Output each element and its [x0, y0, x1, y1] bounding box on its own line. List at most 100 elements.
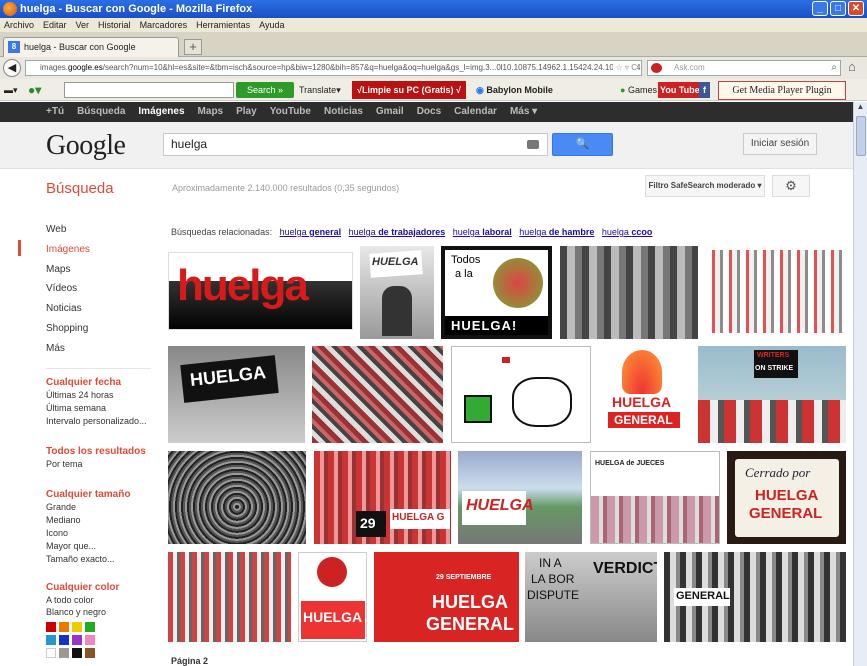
- related-link-ccoo[interactable]: huelga ccoo: [602, 227, 653, 237]
- image-result-14[interactable]: HUELGA de JUECES: [590, 451, 720, 544]
- menu-ver[interactable]: Ver: [76, 18, 90, 32]
- filter-fecha-24h[interactable]: Últimas 24 horas: [46, 390, 114, 400]
- menu-marcadores[interactable]: Marcadores: [140, 18, 188, 32]
- image-result-6[interactable]: HUELGA: [168, 346, 305, 443]
- scroll-up-icon[interactable]: ▲: [854, 102, 867, 115]
- gbar-maps[interactable]: Maps: [198, 102, 224, 122]
- color-swatch[interactable]: [46, 635, 56, 645]
- gbar-gmail[interactable]: Gmail: [376, 102, 404, 122]
- image-result-3[interactable]: Todos a la HUELGA!: [441, 246, 552, 339]
- color-swatch[interactable]: [72, 648, 82, 658]
- url-bookmark-reload-icons[interactable]: ☆ ▿ C: [612, 61, 637, 75]
- color-swatch[interactable]: [85, 622, 95, 632]
- gbar-docs[interactable]: Docs: [417, 102, 441, 122]
- image-result-19[interactable]: IN A LA BOR DISPUTE VERDICT: [525, 552, 657, 642]
- gbar-calendar[interactable]: Calendar: [454, 102, 497, 122]
- browser-search-box[interactable]: Ask.com ⌕: [647, 60, 841, 76]
- search-input[interactable]: huelga: [163, 133, 548, 156]
- toolbar-search-button[interactable]: Search »: [236, 82, 294, 98]
- filter-tamano-grande[interactable]: Grande: [46, 502, 76, 512]
- color-swatch[interactable]: [46, 648, 56, 658]
- gbar-mas[interactable]: Más ▾: [510, 102, 537, 122]
- image-result-17[interactable]: HUELGA: [298, 552, 367, 642]
- filter-fecha-intervalo[interactable]: Intervalo personalizado...: [46, 416, 147, 426]
- nav-noticias[interactable]: Noticias: [46, 301, 161, 321]
- flag-icon[interactable]: ▬▾: [4, 82, 18, 98]
- nav-videos[interactable]: Vídeos: [46, 281, 161, 301]
- color-swatch[interactable]: [85, 635, 95, 645]
- translate-button[interactable]: Translate▾: [299, 82, 341, 98]
- color-swatch[interactable]: [59, 635, 69, 645]
- menu-archivo[interactable]: Archivo: [4, 18, 34, 32]
- menu-historial[interactable]: Historial: [98, 18, 131, 32]
- maximize-button[interactable]: □: [830, 1, 846, 16]
- image-result-1[interactable]: huelga: [168, 252, 353, 330]
- toolbar-search-input[interactable]: [64, 82, 234, 98]
- filter-por-tema[interactable]: Por tema: [46, 459, 83, 469]
- filter-tamano-mayor[interactable]: Mayor que...: [46, 541, 96, 551]
- related-link-general[interactable]: huelga general: [280, 227, 342, 237]
- image-result-7[interactable]: [312, 346, 443, 443]
- image-result-20[interactable]: GENERAL: [664, 552, 846, 642]
- filter-color-todo[interactable]: A todo color: [46, 595, 94, 605]
- minimize-button[interactable]: _: [812, 1, 828, 16]
- page-scrollbar[interactable]: ▲: [853, 102, 867, 666]
- gbar-youtube[interactable]: YouTube: [270, 102, 311, 122]
- nav-maps[interactable]: Maps: [46, 262, 161, 282]
- back-button[interactable]: ◀: [3, 59, 21, 77]
- babylon-button[interactable]: ◉ Babylon Mobile: [476, 82, 553, 98]
- filter-resultados-header[interactable]: Todos los resultados: [46, 446, 146, 457]
- get-media-player-button[interactable]: Get Media Player Plugin: [718, 81, 846, 100]
- color-swatch[interactable]: [85, 648, 95, 658]
- image-result-5[interactable]: [706, 250, 846, 333]
- image-result-8[interactable]: [451, 346, 591, 443]
- home-icon[interactable]: ⌂: [848, 59, 856, 74]
- image-result-2[interactable]: HUELGA: [360, 246, 434, 339]
- new-tab-button[interactable]: +: [184, 39, 202, 55]
- menu-herramientas[interactable]: Herramientas: [196, 18, 250, 32]
- related-link-trabajadores[interactable]: huelga de trabajadores: [349, 227, 446, 237]
- gbar-play[interactable]: Play: [236, 102, 257, 122]
- related-link-laboral[interactable]: huelga laboral: [453, 227, 512, 237]
- menu-ayuda[interactable]: Ayuda: [259, 18, 284, 32]
- image-result-13[interactable]: HUELGA: [458, 451, 582, 544]
- address-bar[interactable]: images.google.es/search?num=10&hl=es&sit…: [25, 60, 642, 76]
- nav-mas[interactable]: Más: [46, 341, 161, 361]
- google-logo[interactable]: Google: [46, 130, 126, 162]
- image-result-9[interactable]: HUELGA GENERAL: [600, 346, 690, 443]
- magnifier-icon[interactable]: ⌕: [831, 61, 837, 75]
- gbar-busqueda[interactable]: Búsqueda: [77, 102, 125, 122]
- signin-button[interactable]: Iniciar sesión: [743, 133, 817, 155]
- image-result-4[interactable]: [560, 246, 698, 339]
- color-swatch[interactable]: [72, 622, 82, 632]
- settings-gear-icon[interactable]: ⚙: [772, 175, 810, 197]
- scroll-thumb[interactable]: [856, 116, 866, 156]
- image-result-10[interactable]: WRITERS ON STRIKE: [698, 346, 846, 443]
- filter-fecha-semana[interactable]: Última semana: [46, 403, 106, 413]
- games-button[interactable]: ● Games: [620, 82, 657, 98]
- filter-color-bn[interactable]: Blanco y negro: [46, 607, 106, 617]
- filter-tamano-mediano[interactable]: Mediano: [46, 515, 81, 525]
- menu-editar[interactable]: Editar: [43, 18, 67, 32]
- tab-huelga[interactable]: 8 huelga - Buscar con Google: [3, 37, 179, 57]
- toolbar-logo-icon[interactable]: ●▾: [28, 82, 41, 98]
- color-swatch[interactable]: [59, 648, 69, 658]
- image-result-15[interactable]: Cerrado por HUELGA GENERAL: [727, 451, 846, 544]
- nav-web[interactable]: Web: [46, 222, 161, 242]
- color-swatch[interactable]: [46, 622, 56, 632]
- filter-fecha-header[interactable]: Cualquier fecha: [46, 377, 121, 388]
- gbar-tu[interactable]: +Tú: [46, 102, 64, 122]
- camera-icon[interactable]: [527, 140, 539, 149]
- image-result-12[interactable]: 29 HUELGA G: [314, 451, 451, 544]
- filter-tamano-header[interactable]: Cualquier tamaño: [46, 489, 130, 500]
- close-button[interactable]: ✕: [848, 1, 864, 16]
- search-button[interactable]: 🔍: [552, 133, 613, 156]
- image-result-16[interactable]: [168, 552, 291, 642]
- limpie-pc-button[interactable]: √Limpie su PC (Gratis) √: [352, 81, 466, 99]
- filter-color-header[interactable]: Cualquier color: [46, 582, 119, 593]
- nav-shopping[interactable]: Shopping: [46, 321, 161, 341]
- related-link-hambre[interactable]: huelga de hambre: [519, 227, 594, 237]
- nav-imagenes[interactable]: Imágenes: [46, 242, 161, 262]
- youtube-button[interactable]: You Tube: [658, 82, 702, 98]
- safesearch-dropdown[interactable]: Filtro SafeSearch moderado ▾: [645, 175, 765, 197]
